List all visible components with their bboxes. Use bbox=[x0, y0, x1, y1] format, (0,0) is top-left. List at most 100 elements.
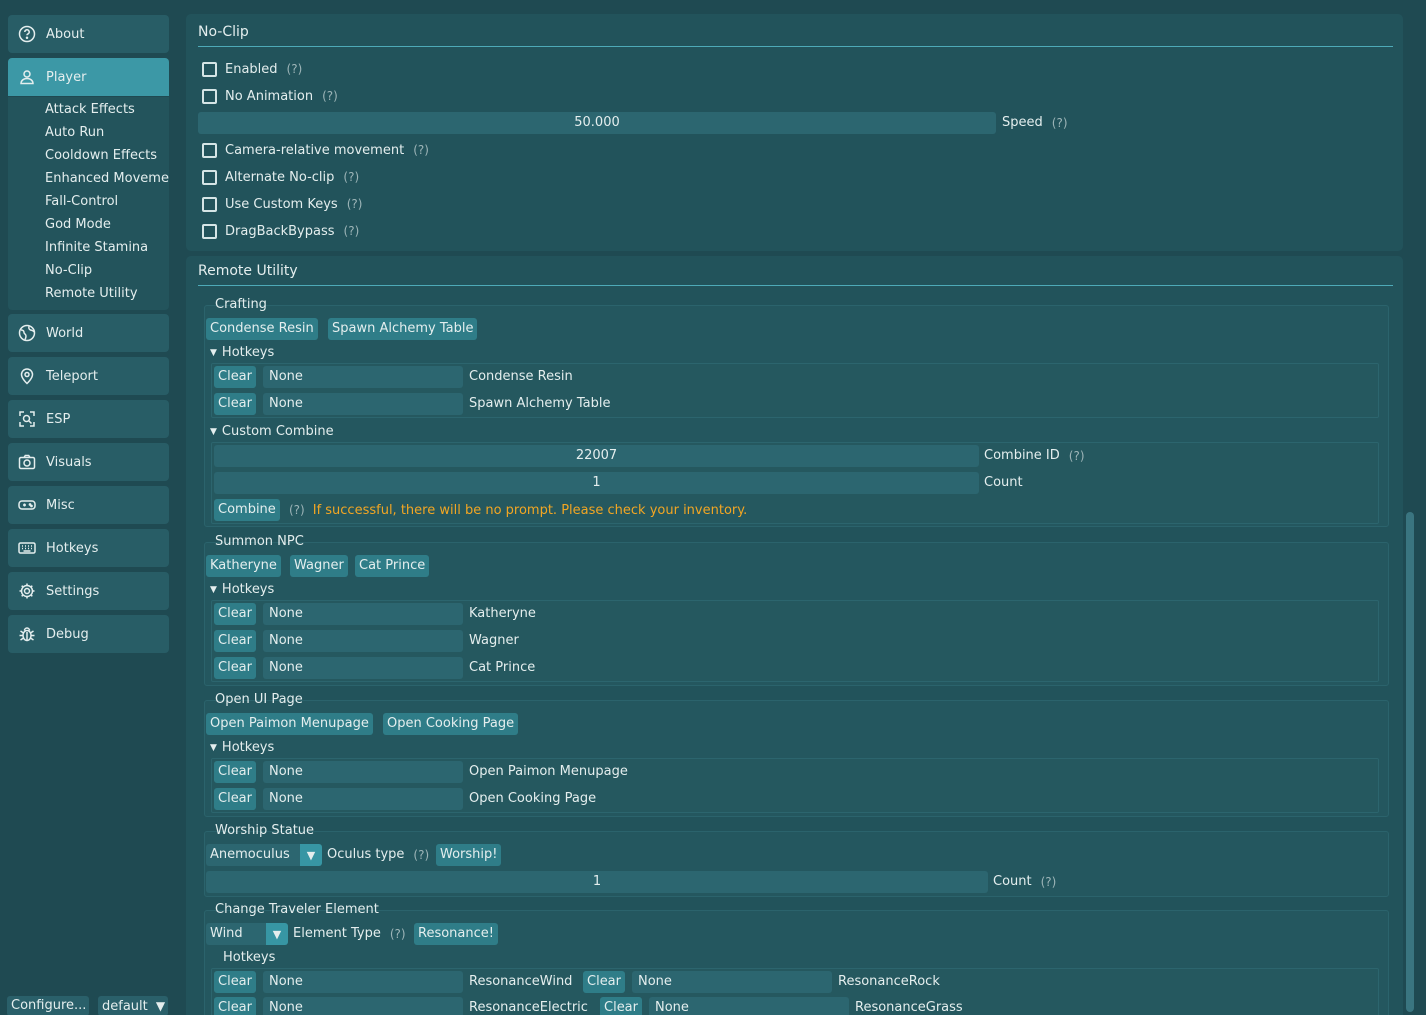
nav-label: Settings bbox=[46, 583, 100, 599]
help-marker[interactable]: (?) bbox=[322, 89, 338, 103]
clear-button[interactable]: Clear bbox=[214, 788, 256, 810]
sub-remote-utility[interactable]: Remote Utility bbox=[45, 284, 138, 304]
chevron-down-icon[interactable]: ▼ bbox=[300, 844, 322, 866]
no-animation-label: No Animation bbox=[225, 88, 314, 104]
openui-hotkeys-tree[interactable]: ▼ Hotkeys bbox=[210, 739, 274, 758]
clear-button[interactable]: Clear bbox=[214, 761, 256, 783]
no-animation-checkbox-row[interactable]: No Animation (?) bbox=[202, 85, 338, 107]
wagner-button[interactable]: Wagner bbox=[290, 555, 348, 577]
camera-relative-checkbox-row[interactable]: Camera-relative movement (?) bbox=[202, 139, 429, 161]
clear-button[interactable]: Clear bbox=[214, 603, 256, 625]
dragback-checkbox[interactable] bbox=[202, 223, 217, 239]
hotkey-input[interactable]: None bbox=[263, 788, 463, 810]
open-paimon-menupage-button[interactable]: Open Paimon Menupage bbox=[206, 713, 373, 735]
worship-button[interactable]: Worship! bbox=[436, 844, 502, 866]
hotkey-input[interactable]: None bbox=[263, 761, 463, 783]
sub-no-clip[interactable]: No-Clip bbox=[45, 261, 92, 281]
hotkey-input[interactable]: None bbox=[263, 366, 463, 388]
hotkey-input[interactable]: None bbox=[649, 997, 849, 1015]
chevron-down-icon[interactable]: ▼ bbox=[266, 923, 288, 945]
configure-button[interactable]: Configure... bbox=[7, 996, 89, 1015]
katheryne-button[interactable]: Katheryne bbox=[206, 555, 281, 577]
nav-hotkeys[interactable]: Hotkeys bbox=[8, 529, 169, 567]
hotkey-input[interactable]: None bbox=[263, 393, 463, 415]
help-marker[interactable]: (?) bbox=[413, 143, 429, 157]
profile-dropdown[interactable]: default ▼ bbox=[98, 996, 168, 1015]
no-animation-checkbox[interactable] bbox=[202, 88, 217, 104]
hotkey-input[interactable]: None bbox=[632, 971, 832, 993]
oculus-type-label-row: Oculus type (?) bbox=[327, 844, 429, 866]
resonance-button[interactable]: Resonance! bbox=[414, 923, 498, 945]
clear-button[interactable]: Clear bbox=[214, 997, 256, 1015]
profile-value: default bbox=[102, 999, 148, 1014]
hotkey-input[interactable]: None bbox=[263, 630, 463, 652]
clear-button[interactable]: Clear bbox=[214, 366, 256, 388]
clear-button[interactable]: Clear bbox=[214, 630, 256, 652]
nav-world[interactable]: World bbox=[8, 314, 169, 352]
sub-auto-run[interactable]: Auto Run bbox=[45, 123, 104, 143]
nav-misc[interactable]: Misc bbox=[8, 486, 169, 524]
combine-button[interactable]: Combine bbox=[214, 499, 280, 521]
nav-settings[interactable]: Settings bbox=[8, 572, 169, 610]
help-marker[interactable]: (?) bbox=[343, 170, 359, 184]
scrollbar[interactable] bbox=[1406, 512, 1414, 1012]
sub-fall-control[interactable]: Fall-Control bbox=[45, 192, 118, 212]
help-marker[interactable]: (?) bbox=[289, 503, 305, 517]
speed-slider[interactable]: 50.000 bbox=[198, 112, 996, 134]
traveler-element-title: Change Traveler Element bbox=[215, 902, 379, 917]
oculus-type-dropdown[interactable]: Anemoculus bbox=[206, 844, 300, 866]
nav-visuals[interactable]: Visuals bbox=[8, 443, 169, 481]
enabled-checkbox-row[interactable]: Enabled (?) bbox=[202, 58, 302, 80]
hotkey-input[interactable]: None bbox=[263, 997, 463, 1015]
help-marker[interactable]: (?) bbox=[413, 844, 429, 866]
crafting-hotkeys-tree[interactable]: ▼ Hotkeys bbox=[210, 344, 274, 363]
sub-enhanced-movement[interactable]: Enhanced Moveme bbox=[45, 169, 169, 189]
summon-hotkeys-tree[interactable]: ▼ Hotkeys bbox=[210, 581, 274, 600]
hotkey-label: ResonanceGrass bbox=[855, 1000, 963, 1015]
help-marker[interactable]: (?) bbox=[1069, 445, 1085, 467]
oculus-type-label: Oculus type bbox=[327, 847, 405, 862]
help-marker[interactable]: (?) bbox=[287, 62, 303, 76]
sub-cooldown-effects[interactable]: Cooldown Effects bbox=[45, 146, 157, 166]
clear-button[interactable]: Clear bbox=[214, 657, 256, 679]
combine-id-input[interactable]: 22007 bbox=[214, 445, 979, 467]
sub-attack-effects[interactable]: Attack Effects bbox=[45, 100, 135, 120]
nav-teleport[interactable]: Teleport bbox=[8, 357, 169, 395]
help-marker[interactable]: (?) bbox=[390, 923, 406, 945]
sub-god-mode[interactable]: God Mode bbox=[45, 215, 111, 235]
nav-player[interactable]: Player bbox=[8, 58, 169, 96]
help-marker[interactable]: (?) bbox=[1052, 112, 1068, 134]
dragback-checkbox-row[interactable]: DragBackBypass (?) bbox=[202, 220, 359, 242]
spawn-alchemy-table-button[interactable]: Spawn Alchemy Table bbox=[328, 318, 478, 340]
custom-keys-checkbox-row[interactable]: Use Custom Keys (?) bbox=[202, 193, 362, 215]
clear-button[interactable]: Clear bbox=[214, 393, 256, 415]
chevron-down-icon: ▼ bbox=[210, 348, 217, 358]
condense-resin-button[interactable]: Condense Resin bbox=[206, 318, 318, 340]
hotkey-input[interactable]: None bbox=[263, 603, 463, 625]
nav-debug[interactable]: Debug bbox=[8, 615, 169, 653]
help-marker[interactable]: (?) bbox=[344, 224, 360, 238]
alternate-noclip-checkbox[interactable] bbox=[202, 169, 217, 185]
sub-infinite-stamina[interactable]: Infinite Stamina bbox=[45, 238, 148, 258]
nav-esp[interactable]: ESP bbox=[8, 400, 169, 438]
nav-about[interactable]: About bbox=[8, 15, 169, 53]
hotkey-input[interactable]: None bbox=[263, 657, 463, 679]
enabled-checkbox[interactable] bbox=[202, 61, 217, 77]
camera-relative-checkbox[interactable] bbox=[202, 142, 217, 158]
combine-count-input[interactable]: 1 bbox=[214, 472, 979, 494]
help-marker[interactable]: (?) bbox=[1041, 871, 1057, 893]
custom-combine-tree[interactable]: ▼ Custom Combine bbox=[210, 423, 334, 442]
alternate-noclip-checkbox-row[interactable]: Alternate No-clip (?) bbox=[202, 166, 359, 188]
clear-button[interactable]: Clear bbox=[214, 971, 256, 993]
hotkey-input[interactable]: None bbox=[263, 971, 463, 993]
open-cooking-page-button[interactable]: Open Cooking Page bbox=[383, 713, 519, 735]
clear-button[interactable]: Clear bbox=[583, 971, 625, 993]
custom-keys-checkbox[interactable] bbox=[202, 196, 217, 212]
clear-button[interactable]: Clear bbox=[600, 997, 642, 1015]
help-marker[interactable]: (?) bbox=[347, 197, 363, 211]
worship-count-input[interactable]: 1 bbox=[206, 871, 988, 893]
element-type-dropdown[interactable]: Wind bbox=[206, 923, 266, 945]
hotkey-label: Condense Resin bbox=[469, 369, 573, 384]
user-icon bbox=[18, 68, 36, 86]
cat-prince-button[interactable]: Cat Prince bbox=[355, 555, 430, 577]
